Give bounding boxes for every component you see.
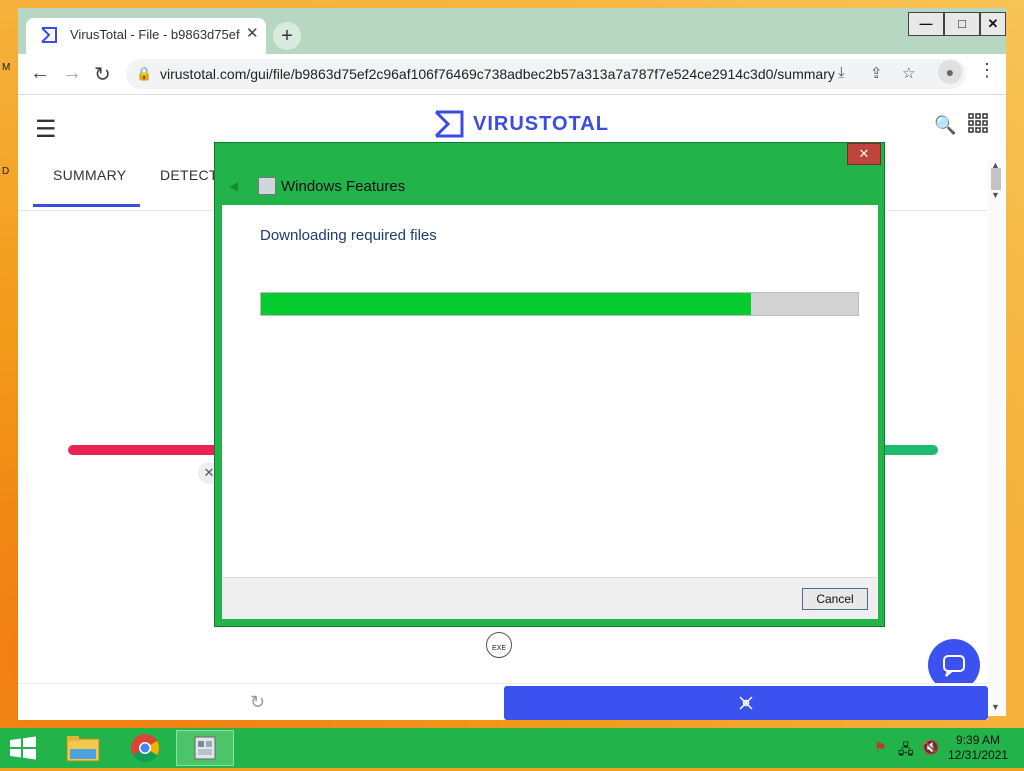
browser-menu-icon[interactable]: ⋮ <box>978 60 996 81</box>
windows-features-icon <box>258 177 276 195</box>
desktop-icon-edge: M <box>2 62 11 73</box>
browser-titlebar: VirusTotal - File - b9863d75ef2c9 ✕ + — … <box>18 8 1006 54</box>
browser-toolbar: ← → ↻ 🔒 virustotal.com/gui/file/b9863d75… <box>18 54 1006 95</box>
chrome-taskbar-button[interactable] <box>118 730 172 766</box>
maximize-button[interactable]: □ <box>944 12 980 36</box>
url-text[interactable]: virustotal.com/gui/file/b9863d75ef2c96af… <box>160 66 835 82</box>
detection-score-bar-green <box>878 445 938 455</box>
page-bottom-bar: ↻ <box>18 683 988 720</box>
taskbar: ⚑ 🖧 🔇 9:39 AM 12/31/2021 <box>0 728 1024 768</box>
status-message: Downloading required files <box>260 227 437 244</box>
download-progress-bar <box>260 292 859 316</box>
scroll-down-arrow-icon[interactable]: ▼ <box>991 702 1000 712</box>
lock-icon[interactable]: 🔒 <box>136 66 152 82</box>
windows-features-taskbar-button[interactable] <box>176 730 234 766</box>
scrollbar-thumb[interactable] <box>991 168 1001 190</box>
dialog-title: Windows Features <box>281 178 406 195</box>
virustotal-logo-icon <box>434 110 464 138</box>
windows-start-icon[interactable] <box>8 736 38 760</box>
tab-summary[interactable]: SUMMARY <box>53 167 126 183</box>
active-tab-indicator <box>33 204 140 207</box>
exe-file-icon: EXE <box>486 632 512 658</box>
tab-detection[interactable]: DETECTI <box>160 167 222 183</box>
virustotal-logo-icon <box>41 27 57 43</box>
back-arrow-icon[interactable]: ◀ <box>229 179 238 193</box>
tab-close-icon[interactable]: ✕ <box>246 24 259 42</box>
brand-name: VIRUSTOTAL <box>473 113 609 135</box>
apps-grid-icon[interactable] <box>968 113 988 133</box>
system-clock[interactable]: 9:39 AM 12/31/2021 <box>948 733 1008 763</box>
scroll-down-arrow-icon[interactable]: ▼ <box>991 190 1000 200</box>
progress-fill <box>261 293 751 315</box>
back-icon[interactable]: ← <box>30 62 50 85</box>
clock-time: 9:39 AM <box>956 733 1001 747</box>
folder-icon <box>66 736 100 762</box>
chrome-icon <box>131 734 159 762</box>
profile-avatar-icon[interactable]: ● <box>938 60 962 84</box>
cancel-button[interactable]: Cancel <box>802 588 868 610</box>
volume-muted-icon[interactable]: 🔇 <box>922 739 939 756</box>
desktop-icon-edge: D <box>2 166 10 177</box>
share-icon[interactable]: ⇪ <box>870 64 883 82</box>
reload-icon[interactable]: ↻ <box>94 62 111 87</box>
detection-score-bar-red <box>68 445 228 455</box>
network-icon[interactable]: 🖧 <box>898 739 914 763</box>
search-icon[interactable]: 🔍 <box>934 115 956 136</box>
windows-features-dialog: ✕ ◀ Windows Features Downloading require… <box>214 142 885 627</box>
dialog-close-button[interactable]: ✕ <box>847 143 881 165</box>
address-bar[interactable]: 🔒 virustotal.com/gui/file/b9863d75ef2c96… <box>126 59 966 89</box>
action-center-flag-icon[interactable]: ⚑ <box>874 739 887 756</box>
file-explorer-button[interactable] <box>56 730 110 766</box>
minimize-button[interactable]: — <box>908 12 944 36</box>
close-window-button[interactable]: ✕ <box>980 12 1006 36</box>
install-icon[interactable]: ⤓ <box>838 64 845 81</box>
browser-tab[interactable]: VirusTotal - File - b9863d75ef2c9 ✕ <box>26 18 266 54</box>
windows-features-icon <box>194 736 216 760</box>
dialog-footer: Cancel <box>222 577 878 619</box>
dialog-body: Downloading required files <box>222 205 878 577</box>
tab-title: VirusTotal - File - b9863d75ef2c9 <box>70 27 240 42</box>
page-scrollbar[interactable]: ▲ ▼ ▼ <box>988 160 1004 716</box>
clock-date: 12/31/2021 <box>948 748 1009 762</box>
bookmark-star-icon[interactable]: ☆ <box>902 64 915 82</box>
graph-view-button[interactable] <box>504 686 988 720</box>
new-tab-button[interactable]: + <box>273 22 301 50</box>
forward-icon[interactable]: → <box>62 62 82 85</box>
graph-icon <box>739 696 753 710</box>
reanalyze-icon[interactable]: ↻ <box>250 692 265 713</box>
hamburger-menu-icon[interactable]: ☰ <box>35 115 57 144</box>
